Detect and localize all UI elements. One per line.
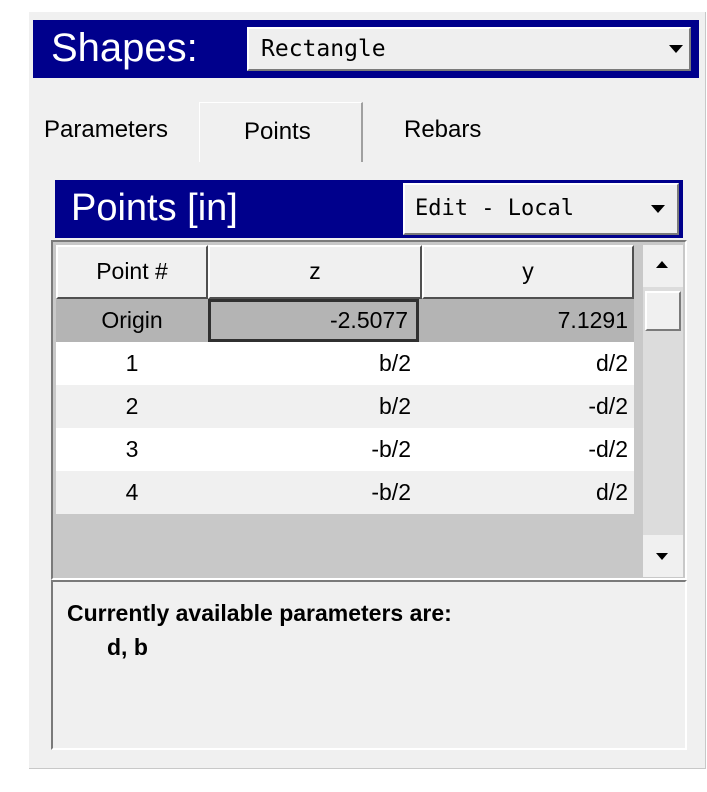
tab-points[interactable]: Points <box>244 118 311 146</box>
table-row[interactable]: 1 b/2 d/2 <box>56 342 634 385</box>
points-header-bar: Points [in] Edit - Local <box>55 180 683 238</box>
edit-mode-dropdown[interactable]: Edit - Local <box>403 183 679 235</box>
cell-z-selected[interactable]: -2.5077 <box>208 299 419 342</box>
shapes-label: Shapes: <box>51 26 198 70</box>
table-row[interactable]: 2 b/2 -d/2 <box>56 385 634 428</box>
column-header-z[interactable]: z <box>208 245 422 299</box>
cell-point[interactable]: 2 <box>56 385 208 428</box>
cell-point[interactable]: 1 <box>56 342 208 385</box>
cell-y[interactable]: -d/2 <box>419 385 634 428</box>
chevron-down-icon[interactable] <box>669 45 683 53</box>
table-row[interactable]: 3 -b/2 -d/2 <box>56 428 634 471</box>
tab-rebars[interactable]: Rebars <box>404 116 481 144</box>
column-header-point[interactable]: Point # <box>56 245 208 299</box>
shapes-dropdown-value: Rectangle <box>261 36 386 62</box>
chevron-down-icon[interactable] <box>651 205 665 213</box>
shapes-header-bar: Shapes: Rectangle <box>33 20 699 78</box>
cell-y[interactable]: d/2 <box>419 471 634 514</box>
column-header-y[interactable]: y <box>422 245 634 299</box>
cell-point[interactable]: 3 <box>56 428 208 471</box>
cell-z[interactable]: -b/2 <box>208 428 419 471</box>
cell-z[interactable]: -b/2 <box>208 471 419 514</box>
scroll-down-button[interactable] <box>643 535 683 577</box>
cell-y[interactable]: d/2 <box>419 342 634 385</box>
cell-z[interactable]: b/2 <box>208 342 419 385</box>
cell-point[interactable]: Origin <box>56 299 208 342</box>
info-parameters: d, b <box>107 634 148 660</box>
table-row[interactable]: 4 -b/2 d/2 <box>56 471 634 514</box>
arrow-up-icon <box>656 261 668 268</box>
scroll-up-button[interactable] <box>643 245 683 287</box>
parameters-info-box: Currently available parameters are: d, b <box>51 580 687 750</box>
cell-point[interactable]: 4 <box>56 471 208 514</box>
table-row-origin[interactable]: Origin -2.5077 7.1291 <box>56 299 634 342</box>
arrow-down-icon <box>656 553 668 560</box>
cell-z[interactable]: b/2 <box>208 385 419 428</box>
tab-parameters[interactable]: Parameters <box>44 116 168 144</box>
info-heading: Currently available parameters are: <box>67 600 452 626</box>
shapes-dropdown[interactable]: Rectangle <box>247 27 691 71</box>
cell-y[interactable]: 7.1291 <box>419 299 634 342</box>
edit-mode-value: Edit - Local <box>415 196 574 221</box>
points-grid[interactable]: Point # z y Origin -2.5077 7.1291 1 b/2 … <box>51 240 687 580</box>
scrollbar-thumb[interactable] <box>645 291 681 331</box>
points-title: Points [in] <box>71 187 238 229</box>
cell-y[interactable]: -d/2 <box>419 428 634 471</box>
vertical-scrollbar[interactable] <box>643 245 683 577</box>
